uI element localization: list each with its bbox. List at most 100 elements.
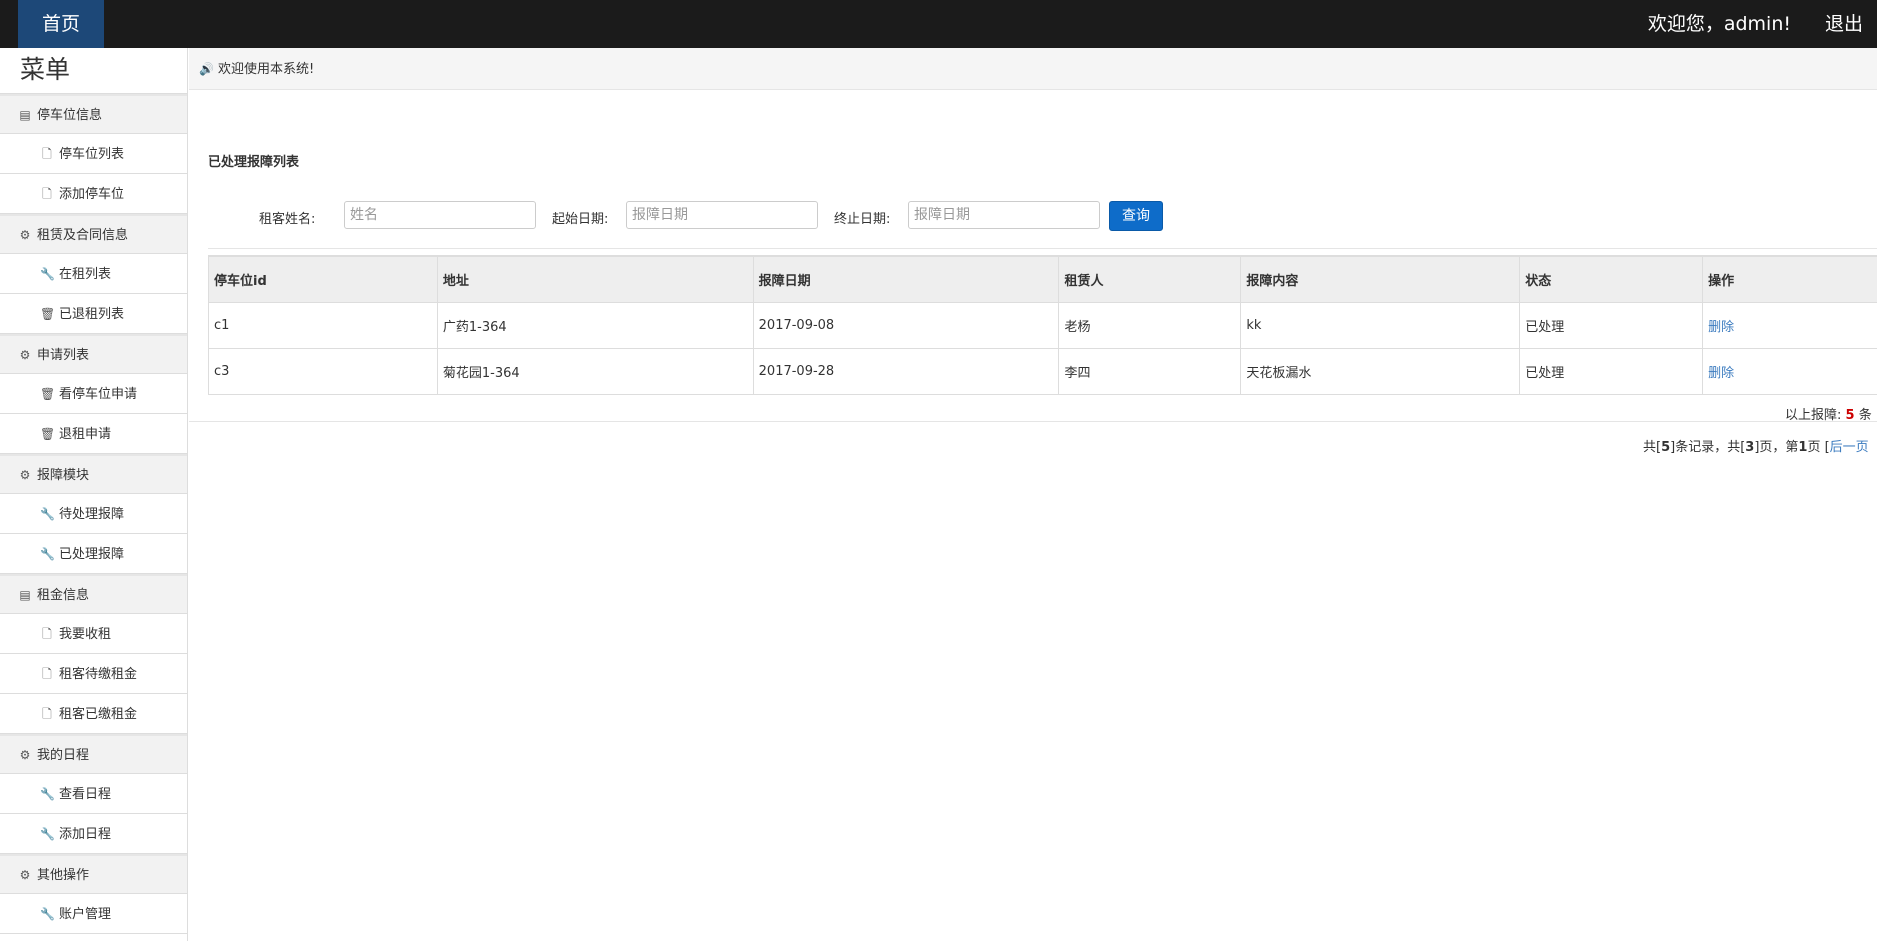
table-cell: 老杨 — [1058, 301, 1242, 349]
table-cell: 菊花园1-364 — [436, 347, 754, 395]
notice-bar: 🔊 欢迎使用本系统! — [189, 48, 1877, 90]
cog-icon: ⚙ — [19, 868, 31, 882]
pager-text-3: ]页，第 — [1754, 440, 1799, 455]
sidebar-item-label: 看停车位申请 — [59, 387, 138, 402]
cog-icon: ⚙ — [19, 748, 31, 762]
table-header-row: 停车位id 地址 报障日期 租赁人 报障内容 状态 操作 — [208, 255, 1877, 303]
sidebar-item-6-0[interactable]: 🔧 账户管理 — [0, 894, 187, 934]
column-header: 地址 — [436, 255, 754, 303]
wrench-icon: 🔧 — [40, 547, 55, 561]
sidebar-group-5[interactable]: ⚙ 我的日程 — [0, 734, 187, 774]
trash-icon: 🗑 — [40, 427, 56, 441]
table-cell: 删除 — [1702, 347, 1877, 395]
sidebar-group-2[interactable]: ⚙ 申请列表 — [0, 334, 187, 374]
menu-list: ▤ 停车位信息 🗋 停车位列表 🗋 添加停车位 ⚙ 租赁及合同信息 🔧 在租列表 🗑 已退租列表 ⚙ 申请… — [0, 94, 187, 934]
sidebar-item-label: 租客已缴租金 — [59, 707, 138, 722]
logout-link[interactable]: 退出 — [1825, 0, 1863, 48]
main-content: 🔊 欢迎使用本系统! 已处理报障列表 租客姓名: 起始日期: 终止日期: 查询 停… — [189, 48, 1877, 941]
table-cell: 李四 — [1058, 347, 1242, 395]
top-navbar: 首页 欢迎您，admin! 退出 — [0, 0, 1877, 48]
delete-link[interactable]: 删除 — [1708, 366, 1734, 381]
column-header: 状态 — [1519, 255, 1704, 303]
sidebar-item-4-1[interactable]: 🗋 租客待缴租金 — [0, 654, 187, 694]
sidebar-group-3[interactable]: ⚙ 报障模块 — [0, 454, 187, 494]
file-icon: 🗋 — [42, 707, 52, 721]
table-cell: 广药1-364 — [436, 301, 754, 349]
file-icon: 🗋 — [42, 187, 52, 201]
sidebar-item-label: 我要收租 — [59, 627, 112, 642]
sidebar-group-1[interactable]: ⚙ 租赁及合同信息 — [0, 214, 187, 254]
list-alt-icon: ▤ — [19, 588, 31, 602]
column-header: 操作 — [1702, 255, 1877, 303]
table-row: c1 广药1-364 2017-09-08 老杨 kk 已处理 删除 — [208, 301, 1877, 349]
trash-icon: 🗑 — [40, 307, 56, 321]
total-pages: 3 — [1745, 440, 1755, 455]
column-header: 停车位id — [208, 255, 438, 303]
summary-prefix: 以上报障: — [1785, 408, 1842, 423]
table-cell: 天花板漏水 — [1240, 347, 1521, 395]
sidebar-item-4-0[interactable]: 🗋 我要收租 — [0, 614, 187, 654]
delete-link[interactable]: 删除 — [1708, 320, 1734, 335]
column-header: 报障日期 — [752, 255, 1060, 303]
sidebar-item-label: 查看日程 — [59, 787, 112, 802]
divider — [208, 248, 1877, 249]
sidebar-group-label: 我的日程 — [37, 748, 90, 763]
sidebar-item-0-0[interactable]: 🗋 停车位列表 — [0, 134, 187, 174]
sidebar-item-3-1[interactable]: 🔧 已处理报障 — [0, 534, 187, 574]
sidebar-item-label: 待处理报障 — [59, 507, 125, 522]
table-row: c3 菊花园1-364 2017-09-28 李四 天花板漏水 已处理 删除 — [208, 347, 1877, 395]
wrench-icon: 🔧 — [40, 907, 55, 921]
wrench-icon: 🔧 — [40, 827, 55, 841]
table-cell: kk — [1240, 301, 1521, 349]
sidebar-item-label: 租客待缴租金 — [59, 667, 138, 682]
table-cell: c1 — [208, 301, 438, 349]
file-icon: 🗋 — [42, 147, 52, 161]
cog-icon: ⚙ — [19, 468, 31, 482]
page-title: 已处理报障列表 — [208, 155, 300, 170]
sidebar-item-0-1[interactable]: 🗋 添加停车位 — [0, 174, 187, 214]
sidebar-group-6[interactable]: ⚙ 其他操作 — [0, 854, 187, 894]
start-date-label: 起始日期: — [552, 212, 609, 227]
sidebar-item-2-1[interactable]: 🗑 退租申请 — [0, 414, 187, 454]
sidebar-group-label: 申请列表 — [37, 348, 90, 363]
sidebar-item-1-0[interactable]: 🔧 在租列表 — [0, 254, 187, 294]
sidebar-group-label: 租金信息 — [37, 588, 90, 603]
list-alt-icon: ▤ — [19, 108, 31, 122]
cog-icon: ⚙ — [19, 348, 31, 362]
wrench-icon: 🔧 — [40, 507, 55, 521]
start-date-input[interactable] — [626, 201, 818, 229]
sidebar-group-label: 租赁及合同信息 — [37, 228, 129, 243]
sidebar-menu: 菜单 ▤ 停车位信息 🗋 停车位列表 🗋 添加停车位 ⚙ 租赁及合同信息 🔧 在租列表 🗑 已退租列表… — [0, 48, 188, 941]
sidebar-item-5-1[interactable]: 🔧 添加日程 — [0, 814, 187, 854]
tenant-name-input[interactable] — [344, 201, 536, 229]
content-panel: 已处理报障列表 租客姓名: 起始日期: 终止日期: 查询 停车位id地址报障日期… — [189, 90, 1877, 455]
fault-report-table: 停车位id 地址 报障日期 租赁人 报障内容 状态 操作 c1 广药1-364 2017-09-… — [208, 255, 1877, 395]
column-header: 租赁人 — [1058, 255, 1242, 303]
notice-text: 欢迎使用本系统! — [218, 62, 315, 77]
sidebar-item-3-0[interactable]: 🔧 待处理报障 — [0, 494, 187, 534]
table-cell: 2017-09-28 — [752, 347, 1060, 395]
sidebar-item-1-1[interactable]: 🗑 已退租列表 — [0, 294, 187, 334]
home-tab[interactable]: 首页 — [18, 0, 104, 48]
search-form: 租客姓名: 起始日期: 终止日期: 查询 — [189, 201, 1877, 231]
table-cell: 已处理 — [1519, 301, 1704, 349]
sidebar-group-4[interactable]: ▤ 租金信息 — [0, 574, 187, 614]
sidebar-group-label: 其他操作 — [37, 868, 90, 883]
next-page-link[interactable]: 后一页 — [1830, 440, 1869, 455]
query-button[interactable]: 查询 — [1109, 201, 1163, 231]
sidebar-group-0[interactable]: ▤ 停车位信息 — [0, 94, 187, 134]
sidebar-item-label: 账户管理 — [59, 907, 112, 922]
sidebar-item-label: 已处理报障 — [59, 547, 125, 562]
sidebar-item-label: 停车位列表 — [59, 147, 125, 162]
end-date-label: 终止日期: — [834, 212, 891, 227]
file-icon: 🗋 — [42, 667, 52, 681]
file-icon: 🗋 — [42, 627, 52, 641]
sidebar-item-4-2[interactable]: 🗋 租客已缴租金 — [0, 694, 187, 734]
end-date-input[interactable] — [908, 201, 1100, 229]
sidebar-item-5-0[interactable]: 🔧 查看日程 — [0, 774, 187, 814]
tenant-name-label: 租客姓名: — [259, 212, 316, 227]
sidebar-item-2-0[interactable]: 🗑 看停车位申请 — [0, 374, 187, 414]
total-records: 5 — [1661, 440, 1671, 455]
table-body: c1 广药1-364 2017-09-08 老杨 kk 已处理 删除 c3 菊花园1-364 20… — [208, 301, 1877, 395]
table-cell: 删除 — [1702, 301, 1877, 349]
